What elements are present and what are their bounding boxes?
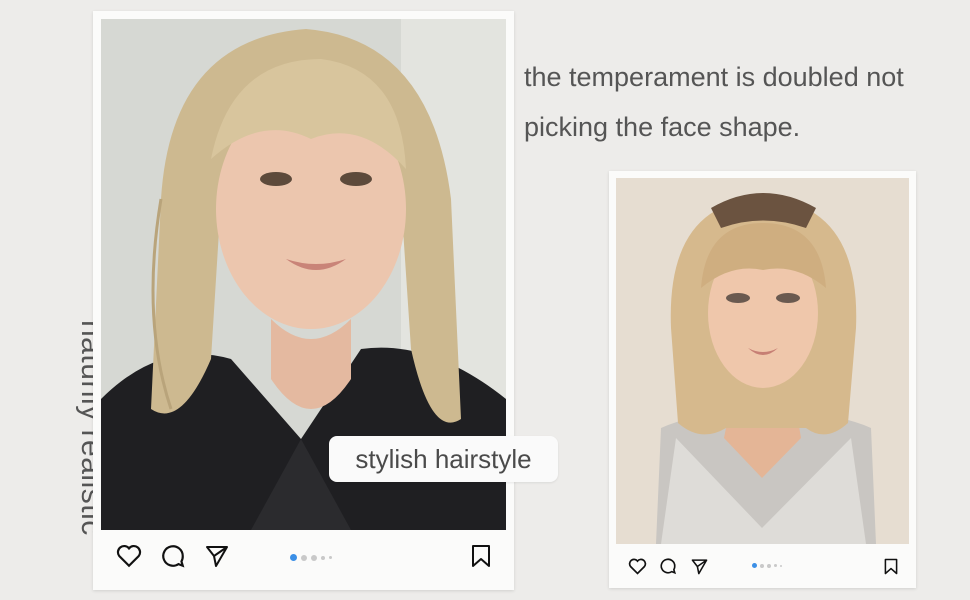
post-card-small: [609, 171, 916, 588]
carousel-dot: [321, 555, 325, 560]
bookmark-icon[interactable]: [467, 542, 495, 570]
heart-icon[interactable]: [627, 556, 647, 576]
post-photo-mannequin[interactable]: [616, 178, 909, 544]
carousel-dot: [311, 554, 317, 561]
carousel-dots-large: [290, 554, 332, 561]
carousel-dots-small: [752, 563, 782, 568]
post-card-large: [93, 11, 514, 590]
comment-icon[interactable]: [159, 542, 187, 570]
headline-line-1: the temperament is doubled not: [524, 62, 904, 92]
carousel-dot-active: [290, 554, 297, 561]
bookmark-icon[interactable]: [881, 556, 901, 576]
headline-line-2: picking the face shape.: [524, 112, 801, 142]
send-icon[interactable]: [203, 542, 231, 570]
carousel-dot: [780, 564, 782, 567]
comment-icon[interactable]: [658, 556, 678, 576]
heart-icon[interactable]: [115, 542, 143, 570]
carousel-dot: [301, 554, 307, 561]
send-icon[interactable]: [689, 556, 709, 576]
headline: the temperament is doubled not picking t…: [524, 52, 970, 152]
carousel-dot-active: [752, 563, 757, 568]
stylish-hairstyle-label: stylish hairstyle: [329, 436, 558, 482]
carousel-dot: [329, 556, 332, 559]
carousel-dot: [760, 563, 764, 568]
carousel-dot: [767, 563, 771, 568]
mannequin-photo-illustration: [616, 178, 909, 544]
carousel-dot: [774, 564, 777, 567]
